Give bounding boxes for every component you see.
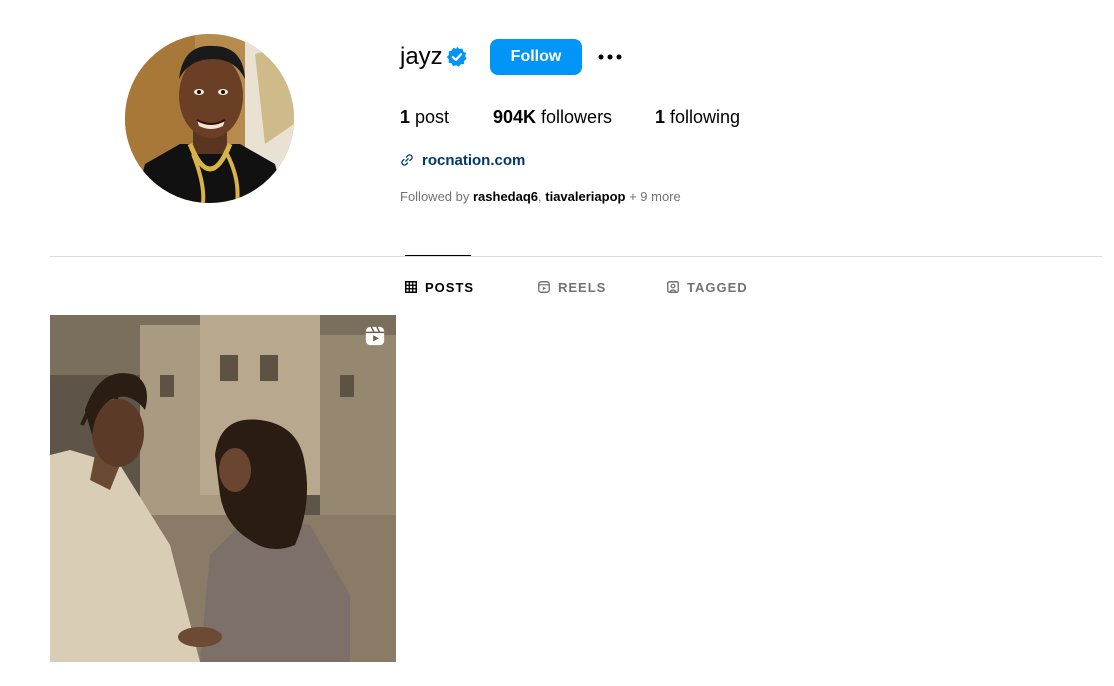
following-label: following	[665, 107, 741, 127]
post-image	[50, 315, 396, 662]
website-link[interactable]: rocnation.com	[422, 152, 525, 169]
verified-badge-icon	[446, 46, 467, 67]
tab-posts-label: POSTS	[425, 279, 475, 295]
posts-count-stat: 1 post	[400, 107, 449, 128]
followers-label: followers	[536, 107, 613, 127]
profile-avatar[interactable]	[125, 34, 294, 203]
follower-name-link[interactable]: rashedaq6	[473, 189, 538, 204]
tab-tagged[interactable]: TAGGED	[667, 278, 748, 296]
posts-count: 1	[400, 107, 411, 127]
follower-name-link[interactable]: tiavaleriapop	[545, 189, 625, 204]
grid-icon	[405, 281, 417, 293]
tab-posts[interactable]: POSTS	[405, 278, 474, 296]
followed-by-prefix: Followed by	[400, 189, 473, 204]
avatar-photo	[125, 34, 294, 203]
tab-tagged-label: TAGGED	[687, 279, 748, 295]
active-tab-indicator	[405, 255, 471, 256]
reels-icon	[538, 281, 550, 293]
tab-reels[interactable]: REELS	[538, 278, 606, 296]
following-count: 1	[655, 107, 666, 127]
followers-count-link[interactable]: 904K followers	[493, 107, 612, 128]
profile-page: jayz Follow 1 post 904K followers 1 foll…	[0, 0, 1114, 686]
followed-by-more-link[interactable]: + 9 more	[625, 189, 681, 204]
tagged-icon	[667, 281, 679, 293]
link-icon	[401, 154, 413, 166]
followers-count: 904K	[493, 107, 537, 127]
profile-username: jayz	[400, 43, 443, 70]
tab-reels-label: REELS	[558, 279, 607, 295]
more-horizontal-icon[interactable]	[596, 49, 624, 65]
following-count-link[interactable]: 1 following	[655, 107, 740, 128]
post-thumbnail[interactable]	[50, 315, 396, 662]
tabs-divider	[50, 256, 1102, 257]
reel-badge-icon	[365, 326, 385, 346]
follow-button[interactable]: Follow	[490, 39, 582, 75]
posts-label: post	[410, 107, 450, 127]
website-link-row: rocnation.com	[400, 150, 525, 170]
followed-by-text: Followed by rashedaq6, tiavaleriapop + 9…	[400, 189, 681, 204]
